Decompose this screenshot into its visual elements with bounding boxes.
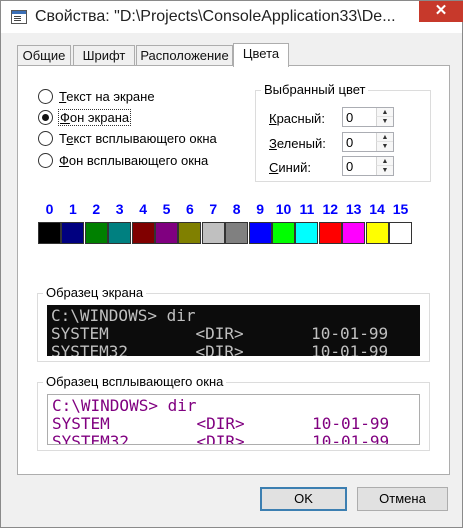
radio-button[interactable] bbox=[38, 89, 53, 104]
color-swatch-8[interactable] bbox=[225, 222, 249, 244]
window-title: Свойства: "D:\Projects\ConsoleApplicatio… bbox=[35, 8, 396, 25]
radio-button[interactable] bbox=[38, 110, 53, 125]
radio-screen-text[interactable]: Текст на экране bbox=[38, 88, 238, 106]
green-label: Зеленый: bbox=[269, 136, 326, 151]
green-down-arrow-icon[interactable]: ▼ bbox=[376, 142, 393, 151]
color-swatch-3[interactable] bbox=[108, 222, 132, 244]
color-index-label: 15 bbox=[392, 201, 409, 217]
color-swatch-2[interactable] bbox=[84, 222, 108, 244]
sample-line: SYSTEM <DIR> 10-01-99 bbox=[52, 415, 390, 432]
close-button[interactable]: ✕ bbox=[419, 1, 463, 22]
color-swatch-12[interactable] bbox=[318, 222, 342, 244]
color-swatch-5[interactable] bbox=[155, 222, 178, 244]
tab-font[interactable]: Шрифт bbox=[73, 45, 135, 66]
color-index-label: 9 bbox=[256, 201, 264, 217]
tab-colors[interactable]: Цвета bbox=[233, 43, 289, 67]
color-index-label: 2 bbox=[92, 201, 101, 217]
title-bar[interactable]: Свойства: "D:\Projects\ConsoleApplicatio… bbox=[1, 1, 463, 33]
color-index-label: 13 bbox=[345, 201, 362, 217]
color-swatch-14[interactable] bbox=[365, 222, 389, 244]
color-index-label: 8 bbox=[232, 201, 241, 217]
radio-label: Текст всплывающего окна bbox=[59, 131, 217, 146]
sample-line: SYSTEM <DIR> 10-01-99 bbox=[51, 325, 389, 342]
color-swatch-9[interactable] bbox=[248, 222, 272, 244]
color-swatch-4[interactable] bbox=[131, 222, 155, 244]
blue-down-arrow-icon[interactable]: ▼ bbox=[376, 166, 393, 175]
blue-up-arrow-icon[interactable]: ▲ bbox=[376, 157, 393, 166]
color-index-label: 0 bbox=[45, 201, 54, 217]
tab-general[interactable]: Общие bbox=[17, 45, 71, 66]
red-down-arrow-icon[interactable]: ▼ bbox=[376, 117, 393, 126]
color-index-label: 7 bbox=[209, 201, 218, 217]
red-spinner[interactable]: 0 ▲ ▼ bbox=[342, 107, 394, 127]
color-index-label: 1 bbox=[68, 201, 77, 217]
radio-label: Фон экрана bbox=[57, 109, 132, 126]
colors-tab-panel: Текст на экране Фон экрана Текст всплыва… bbox=[17, 65, 450, 475]
ok-button[interactable]: OK bbox=[260, 487, 347, 511]
color-index-label: 12 bbox=[322, 201, 339, 217]
popup-sample-group: Образец всплывающего окна C:\WINDOWS> di… bbox=[37, 374, 430, 451]
color-swatch-7[interactable] bbox=[201, 222, 225, 244]
sample-line: C:\WINDOWS> dir bbox=[51, 307, 196, 324]
properties-dialog: Свойства: "D:\Projects\ConsoleApplicatio… bbox=[0, 0, 463, 528]
screen-sample-preview: C:\WINDOWS> dir SYSTEM <DIR> 10-01-99 SY… bbox=[47, 305, 420, 356]
color-swatch-1[interactable] bbox=[61, 222, 85, 244]
sample-line: C:\WINDOWS> dir bbox=[52, 397, 197, 414]
green-value[interactable]: 0 bbox=[346, 135, 353, 150]
radio-button[interactable] bbox=[38, 153, 53, 168]
red-value[interactable]: 0 bbox=[346, 110, 353, 125]
radio-popup-background[interactable]: Фон всплывающего окна bbox=[38, 152, 248, 170]
color-index-label: 3 bbox=[115, 201, 124, 217]
color-swatch-15[interactable] bbox=[389, 222, 412, 244]
cancel-button[interactable]: Отмена bbox=[357, 487, 448, 511]
color-swatch-13[interactable] bbox=[342, 222, 366, 244]
color-index-label: 5 bbox=[162, 201, 171, 217]
color-swatch-11[interactable] bbox=[295, 222, 319, 244]
blue-value[interactable]: 0 bbox=[346, 159, 353, 174]
color-index-label: 4 bbox=[139, 201, 147, 217]
screen-sample-group: Образец экрана C:\WINDOWS> dir SYSTEM <D… bbox=[37, 285, 430, 362]
radio-screen-background[interactable]: Фон экрана bbox=[38, 109, 238, 127]
red-label: Красный: bbox=[269, 111, 325, 126]
radio-label: Фон всплывающего окна bbox=[59, 153, 209, 168]
color-index-label: 14 bbox=[369, 201, 385, 217]
color-index-label: 6 bbox=[185, 201, 194, 217]
color-index-label: 11 bbox=[299, 201, 315, 217]
blue-spinner[interactable]: 0 ▲ ▼ bbox=[342, 156, 394, 176]
radio-popup-text[interactable]: Текст всплывающего окна bbox=[38, 130, 248, 148]
group-title: Выбранный цвет bbox=[261, 82, 369, 97]
tab-layout[interactable]: Расположение bbox=[136, 45, 233, 66]
sample-line: SYSTEM32 <DIR> 10-01-99 bbox=[51, 343, 389, 356]
color-swatch-0[interactable] bbox=[38, 222, 61, 244]
radio-button[interactable] bbox=[38, 131, 53, 146]
color-swatch-10[interactable] bbox=[272, 222, 295, 244]
green-spinner[interactable]: 0 ▲ ▼ bbox=[342, 132, 394, 152]
radio-label: Текст на экране bbox=[59, 89, 155, 104]
blue-label: Синий: bbox=[269, 160, 311, 175]
group-title: Образец всплывающего окна bbox=[43, 374, 227, 389]
console-app-icon bbox=[11, 10, 27, 24]
color-index-label: 10 bbox=[275, 201, 292, 217]
popup-sample-preview: C:\WINDOWS> dir SYSTEM <DIR> 10-01-99 SY… bbox=[47, 394, 420, 445]
green-up-arrow-icon[interactable]: ▲ bbox=[376, 133, 393, 142]
sample-line: SYSTEM32 <DIR> 10-01-99 bbox=[52, 433, 390, 445]
selected-color-group: Выбранный цвет Красный: 0 ▲ ▼ Зеленый: 0… bbox=[255, 82, 431, 182]
group-title: Образец экрана bbox=[43, 285, 147, 300]
color-swatch-6[interactable] bbox=[178, 222, 202, 244]
red-up-arrow-icon[interactable]: ▲ bbox=[376, 108, 393, 117]
